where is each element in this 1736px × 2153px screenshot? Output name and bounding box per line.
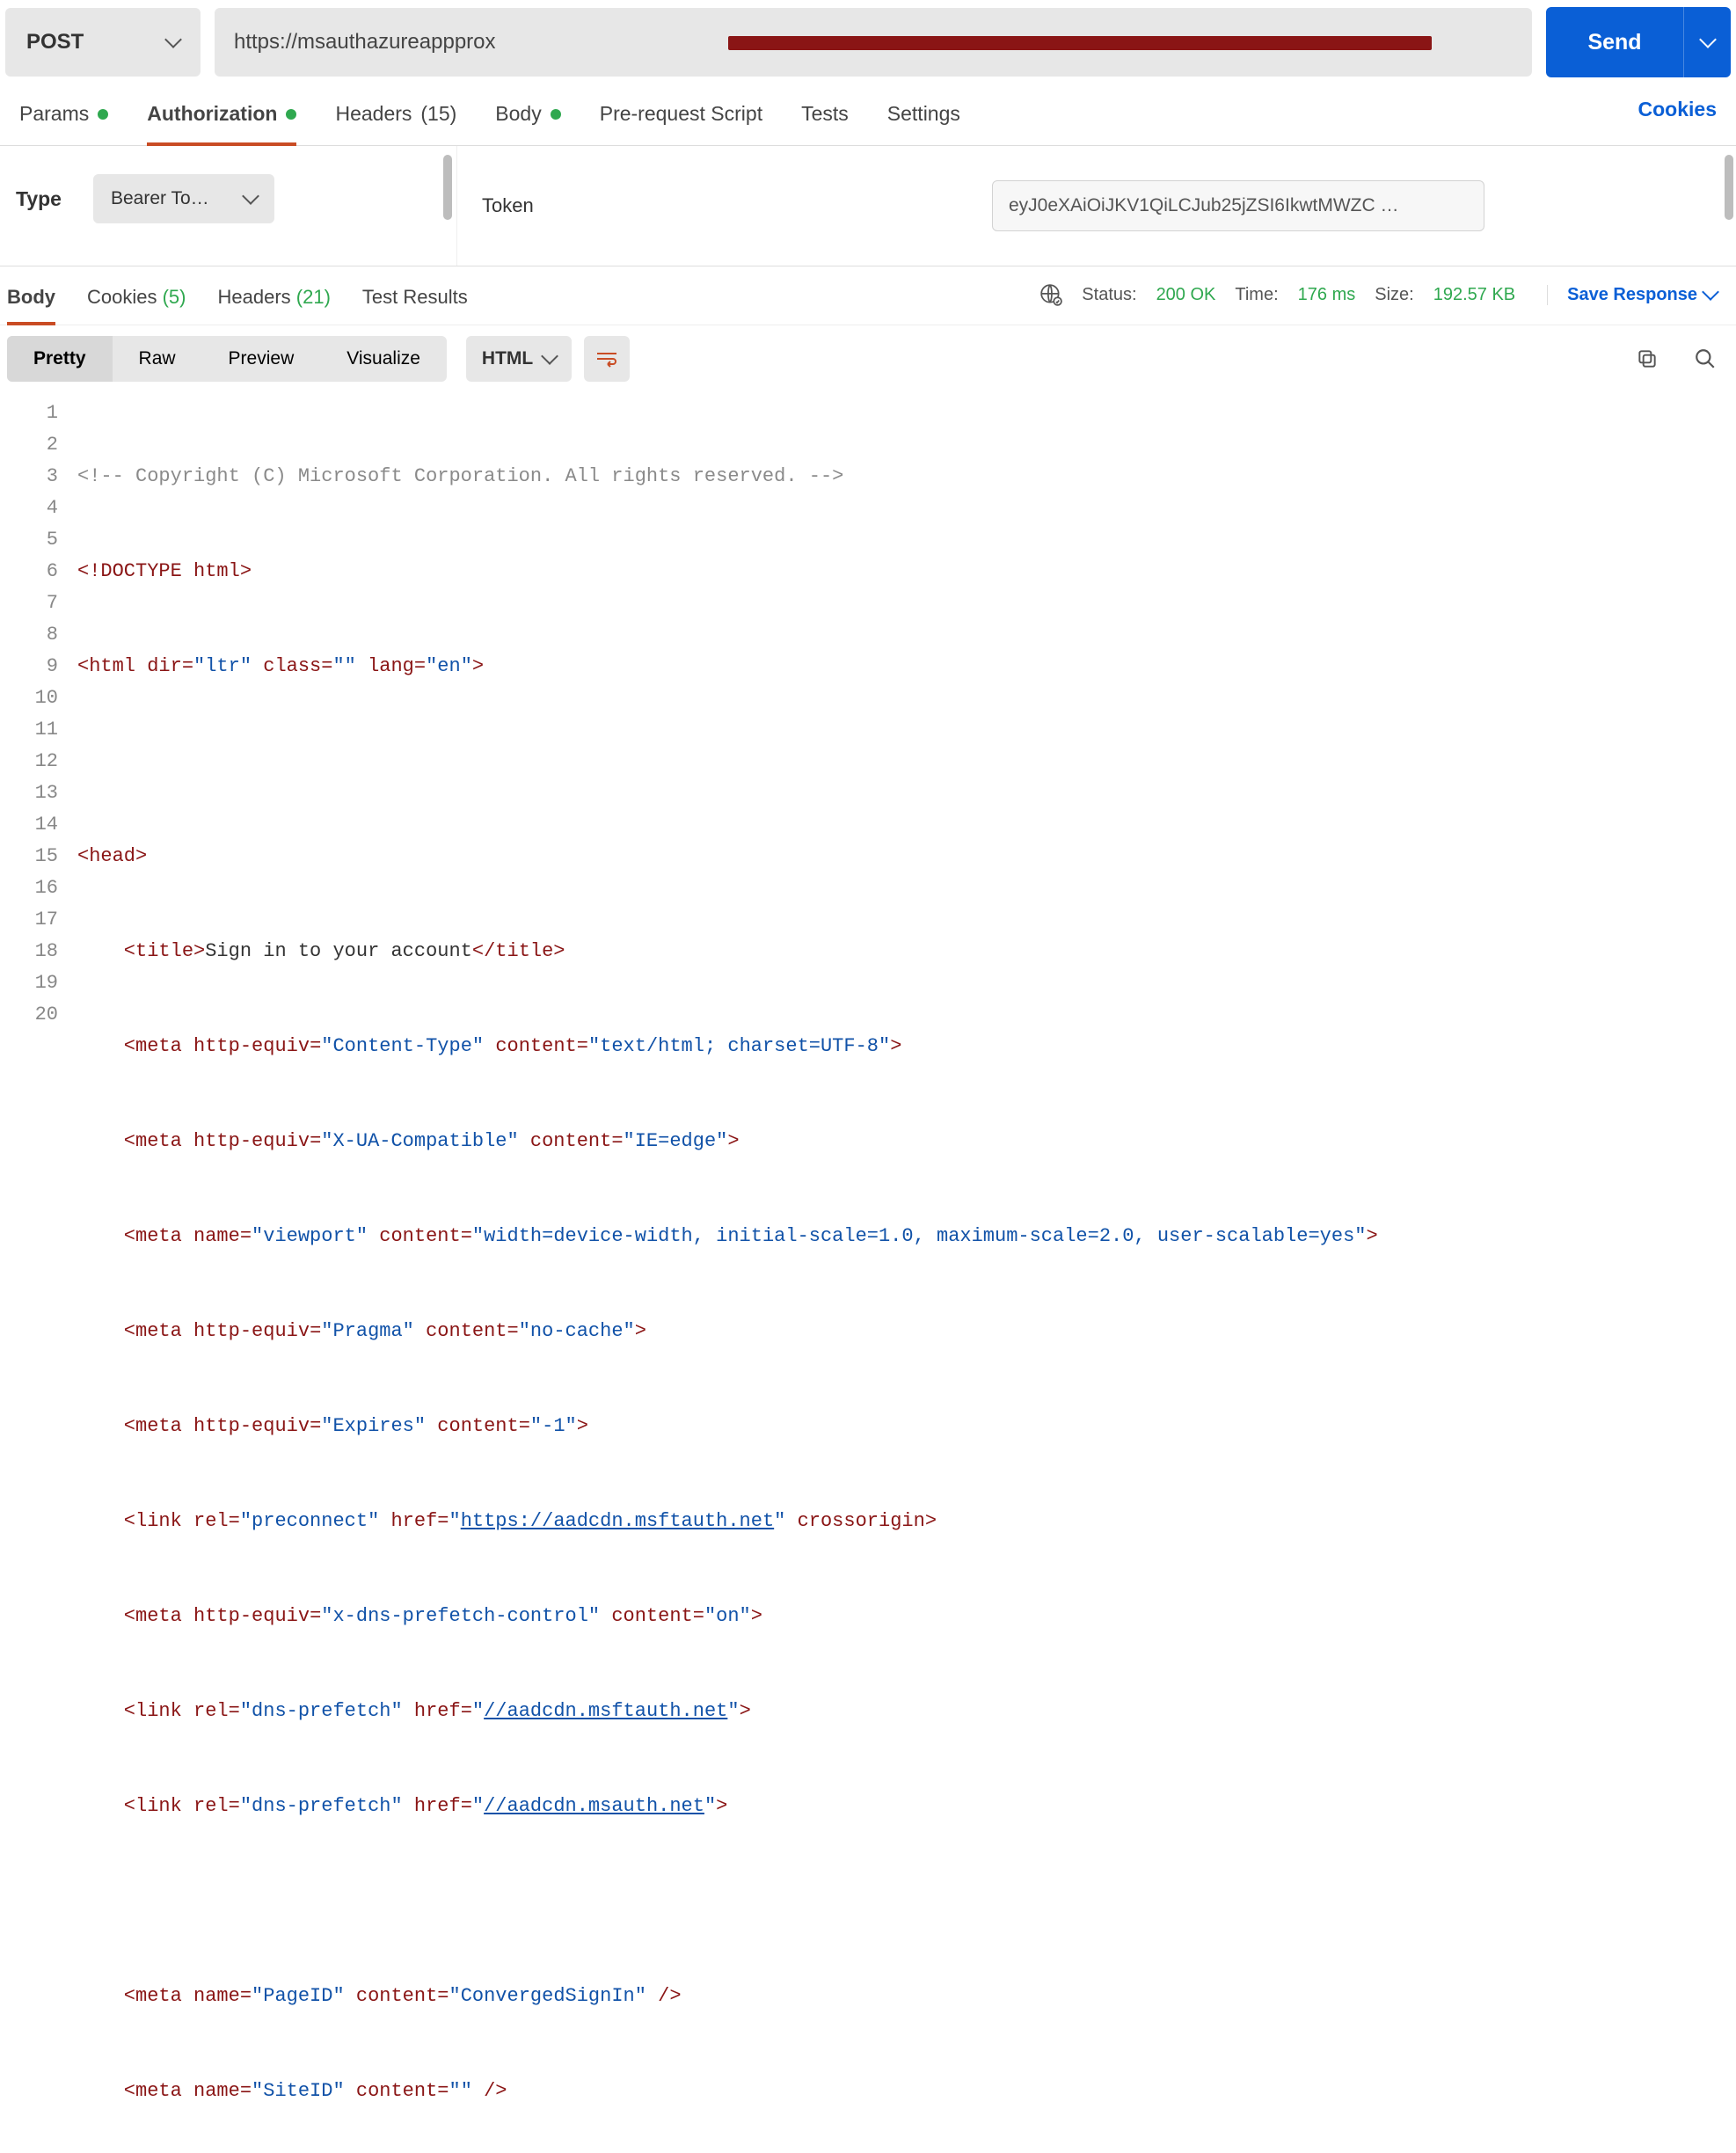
chevron-down-icon (1702, 283, 1719, 301)
tab-label: Headers (335, 102, 412, 126)
auth-token-section: Token eyJ0eXAiOiJKV1QiLCJub25jZSI6IkwtMW… (457, 146, 1736, 266)
tab-label: Settings (887, 102, 960, 126)
method-value: POST (26, 30, 84, 55)
tab-params[interactable]: Params (19, 93, 108, 145)
token-label: Token (482, 194, 957, 217)
auth-type-label: Type (16, 187, 62, 211)
send-options-button[interactable] (1683, 7, 1731, 77)
format-value: HTML (482, 348, 533, 369)
tab-headers[interactable]: Headers (15) (335, 93, 456, 145)
copy-icon[interactable] (1636, 347, 1659, 370)
tab-label: Body (495, 102, 541, 126)
auth-type-value: Bearer To… (111, 188, 209, 209)
method-select[interactable]: POST (5, 8, 201, 77)
view-mode-group: Pretty Raw Preview Visualize (7, 336, 447, 382)
token-input[interactable]: eyJ0eXAiOiJKV1QiLCJub25jZSI6IkwtMWZC … (992, 180, 1484, 231)
tab-count: (5) (163, 286, 186, 308)
search-icon[interactable] (1694, 347, 1717, 370)
chevron-down-icon (164, 31, 182, 48)
tab-settings[interactable]: Settings (887, 93, 960, 145)
scrollbar[interactable] (1725, 155, 1733, 220)
code-content[interactable]: <!-- Copyright (C) Microsoft Corporation… (77, 398, 1736, 2153)
view-preview-button[interactable]: Preview (202, 336, 321, 382)
view-pretty-button[interactable]: Pretty (7, 336, 113, 382)
chevron-down-icon (1699, 31, 1717, 48)
scrollbar[interactable] (443, 155, 452, 220)
tab-count: (21) (296, 286, 331, 308)
globe-icon[interactable] (1039, 283, 1062, 306)
time-value: 176 ms (1298, 285, 1356, 305)
active-dot-icon (98, 109, 108, 120)
wrap-toggle-button[interactable] (584, 336, 630, 382)
active-dot-icon (551, 109, 561, 120)
status-label: Status: (1082, 285, 1136, 305)
tab-body[interactable]: Body (495, 93, 560, 145)
auth-panel: Type Bearer To… Token eyJ0eXAiOiJKV1QiLC… (0, 146, 1736, 266)
tab-label: Headers (218, 286, 291, 308)
time-label: Time: (1235, 285, 1278, 305)
resp-tab-cookies[interactable]: Cookies (5) (87, 281, 186, 325)
resp-tab-body[interactable]: Body (7, 281, 55, 325)
format-select[interactable]: HTML (466, 336, 572, 382)
tab-authorization[interactable]: Authorization (147, 93, 296, 145)
view-raw-button[interactable]: Raw (113, 336, 202, 382)
view-controls: Pretty Raw Preview Visualize HTML (0, 325, 1736, 392)
response-tabs: Body Cookies (5) Headers (21) Test Resul… (0, 266, 1736, 325)
tab-label: Cookies (87, 286, 157, 308)
view-right-actions (1636, 347, 1717, 370)
tab-label: Pre-request Script (600, 102, 762, 126)
tab-tests[interactable]: Tests (801, 93, 849, 145)
line-gutter: 1234567891011121314151617181920 (0, 398, 77, 2153)
request-bar: POST Send (0, 0, 1736, 84)
save-response-label: Save Response (1567, 285, 1697, 305)
save-response-button[interactable]: Save Response (1547, 285, 1717, 305)
size-value: 192.57 KB (1433, 285, 1515, 305)
size-label: Size: (1375, 285, 1413, 305)
view-visualize-button[interactable]: Visualize (320, 336, 447, 382)
chevron-down-icon (541, 347, 558, 365)
send-button[interactable]: Send (1546, 7, 1683, 77)
request-tabs: Params Authorization Headers (15) Body P… (0, 84, 1736, 146)
token-value: eyJ0eXAiOiJKV1QiLCJub25jZSI6IkwtMWZC … (1009, 195, 1398, 216)
redacted-url-overlay (728, 36, 1432, 50)
resp-tab-test-results[interactable]: Test Results (362, 281, 468, 325)
send-button-group: Send (1546, 7, 1731, 77)
tab-label: Authorization (147, 102, 277, 126)
chevron-down-icon (242, 187, 259, 205)
auth-type-select[interactable]: Bearer To… (93, 174, 274, 223)
tab-count: (15) (420, 102, 456, 126)
response-meta: Status: 200 OK Time: 176 ms Size: 192.57… (1039, 283, 1717, 322)
tab-prerequest[interactable]: Pre-request Script (600, 93, 762, 145)
tab-label: Params (19, 102, 89, 126)
active-dot-icon (286, 109, 296, 120)
auth-type-section: Type Bearer To… (0, 146, 457, 266)
response-body-code: 1234567891011121314151617181920 <!-- Cop… (0, 392, 1736, 2153)
status-value: 200 OK (1156, 285, 1216, 305)
cookies-link[interactable]: Cookies (1638, 98, 1717, 141)
tab-label: Tests (801, 102, 849, 126)
resp-tab-headers[interactable]: Headers (21) (218, 281, 331, 325)
url-input-wrap[interactable] (215, 8, 1532, 77)
